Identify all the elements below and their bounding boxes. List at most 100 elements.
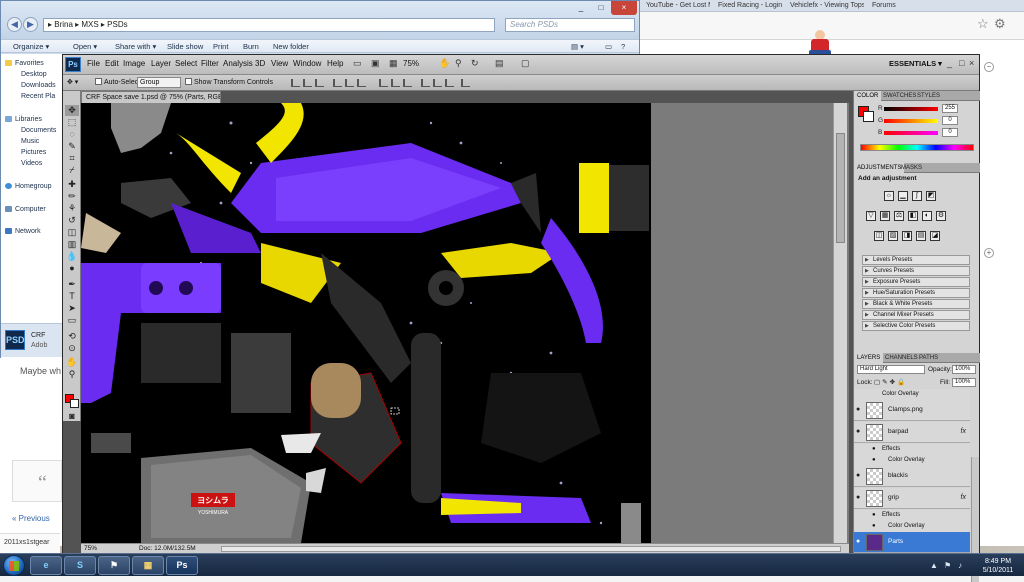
shape-tool-icon[interactable]: ▭ <box>65 315 79 326</box>
page-scroll-controls[interactable]: − + <box>982 62 996 270</box>
eye-icon[interactable]: ● <box>856 538 860 545</box>
hand-tool-icon[interactable]: ✋ <box>65 357 79 368</box>
eye-icon[interactable]: ● <box>856 472 860 479</box>
menu-layer[interactable]: Layer <box>151 59 171 68</box>
auto-select-checkbox[interactable]: Auto-Select: <box>95 78 142 86</box>
preset-hue-saturation[interactable]: Hue/Saturation Presets <box>862 288 970 298</box>
eye-icon[interactable]: ● <box>872 510 876 521</box>
align-center-icon[interactable] <box>345 79 354 87</box>
crop-tool-icon[interactable]: ⌗ <box>65 153 79 164</box>
type-tool-icon[interactable]: T <box>65 291 79 302</box>
eye-icon[interactable]: ● <box>872 444 876 455</box>
background-color-swatch[interactable] <box>70 399 79 408</box>
tab-layers[interactable]: LAYERS <box>854 353 884 363</box>
3d-rotate-tool-icon[interactable]: ⟲ <box>65 331 79 342</box>
layer-row[interactable]: ● blackis <box>854 466 970 487</box>
close-icon[interactable]: × <box>969 58 974 68</box>
marquee-tool-icon[interactable]: ⬚ <box>65 117 79 128</box>
search-input[interactable]: Search PSDs <box>505 18 635 32</box>
scroll-up-icon[interactable]: − <box>984 62 994 72</box>
sidebar-item-desktop[interactable]: Desktop <box>21 71 47 78</box>
breadcrumb[interactable]: ▸ Brina ▸ MXS ▸ PSDs <box>43 18 495 32</box>
align-middle-icon[interactable] <box>303 79 312 87</box>
color-spectrum[interactable] <box>860 144 974 151</box>
tab-adjustments[interactable]: ADJUSTMENTS <box>854 163 905 173</box>
channel-mixer-icon[interactable]: ⚙ <box>936 211 946 221</box>
levels-icon[interactable]: ▁ <box>898 191 908 201</box>
sidebar-item-videos[interactable]: Videos <box>21 160 42 167</box>
fx-icon[interactable]: fx <box>961 494 966 501</box>
share-with-button[interactable]: Share with ▾ <box>115 41 156 53</box>
menu-help[interactable]: Help <box>327 59 343 68</box>
g-value[interactable]: 0 <box>942 116 958 125</box>
r-value[interactable]: 255 <box>942 104 958 113</box>
distribute-top-icon[interactable] <box>379 79 388 87</box>
menu-edit[interactable]: Edit <box>105 59 119 68</box>
grid-icon[interactable]: ▦ <box>389 58 398 69</box>
preset-channel-mixer[interactable]: Channel Mixer Presets <box>862 310 970 320</box>
taskbar-clock[interactable]: 8:49 PM 5/10/2011 <box>976 557 1020 575</box>
history-brush-tool-icon[interactable]: ↺ <box>65 215 79 226</box>
move-tool-icon[interactable]: ✥ ▾ <box>67 78 78 86</box>
arrange-icon[interactable]: ▤ <box>495 58 504 69</box>
posterize-icon[interactable]: ▨ <box>888 231 898 241</box>
sidebar-item-recent[interactable]: Recent Pla <box>21 93 55 100</box>
back-icon[interactable]: ◀ <box>7 17 22 32</box>
open-button[interactable]: Open ▾ <box>73 41 97 53</box>
tab-masks[interactable]: MASKS <box>898 163 925 173</box>
view-icon[interactable]: ▤ ▾ <box>571 41 584 53</box>
eye-icon[interactable]: ● <box>872 455 876 466</box>
menu-3d[interactable]: 3D <box>255 59 265 68</box>
minimize-button[interactable]: _ <box>571 1 591 15</box>
align-right-icon[interactable] <box>357 79 366 87</box>
exposure-icon[interactable]: ◩ <box>926 191 936 201</box>
menu-view[interactable]: View <box>271 59 288 68</box>
taskbar-photoshop-icon[interactable]: Ps <box>166 556 198 575</box>
document-tab[interactable]: CRF Space save 1.psd @ 75% (Parts, RGB/8… <box>81 91 221 103</box>
menu-select[interactable]: Select <box>175 59 197 68</box>
canvas[interactable]: ヨシムラ YOSHIMURA <box>81 103 651 543</box>
transform-controls-checkbox[interactable]: Show Transform Controls <box>185 78 273 86</box>
menu-window[interactable]: Window <box>293 59 321 68</box>
align-left-icon[interactable] <box>333 79 342 87</box>
distribute-left-icon[interactable] <box>421 79 430 87</box>
sidebar-item-documents[interactable]: Documents <box>21 127 56 134</box>
blend-mode-dropdown[interactable]: Hard Light <box>857 365 925 374</box>
hand-icon[interactable]: ✋ <box>439 58 450 69</box>
tray-volume-icon[interactable]: ♪ <box>958 561 962 570</box>
preset-curves[interactable]: Curves Presets <box>862 266 970 276</box>
restore-icon[interactable]: □ <box>959 58 964 68</box>
distribute-center-icon[interactable] <box>433 79 442 87</box>
sidebar-item-computer[interactable]: Computer <box>5 206 46 213</box>
menu-filter[interactable]: Filter <box>201 59 219 68</box>
layer-effects-row[interactable]: ● Effects <box>854 444 970 455</box>
layer-effect-color-overlay[interactable]: ● Color Overlay <box>854 455 970 466</box>
menu-file[interactable]: File <box>87 59 100 68</box>
brightness-icon[interactable]: ☼ <box>884 191 894 201</box>
tab-color[interactable]: COLOR <box>854 91 882 101</box>
selection-marquee[interactable] <box>390 407 400 415</box>
align-bottom-icon[interactable] <box>315 79 324 87</box>
browser-tab[interactable]: YouTube - Get Lost Ma... <box>640 0 710 12</box>
eraser-tool-icon[interactable]: ◫ <box>65 227 79 238</box>
tab-styles[interactable]: STYLES <box>914 91 943 101</box>
layer-row[interactable]: ● grip fx <box>854 488 970 509</box>
sidebar-item-downloads[interactable]: Downloads <box>21 82 56 89</box>
browser-tab[interactable]: Forums <box>866 0 926 12</box>
forward-icon[interactable]: ▶ <box>23 17 38 32</box>
move-tool-icon[interactable]: ✥ <box>65 105 79 116</box>
taskbar-racing-icon[interactable]: ⚑ <box>98 556 130 575</box>
b-value[interactable]: 0 <box>942 128 958 137</box>
help-icon[interactable]: ? <box>621 41 625 53</box>
screen-icon[interactable]: ▢ <box>521 58 530 69</box>
start-button[interactable] <box>3 555 25 576</box>
lasso-tool-icon[interactable]: ◌ <box>65 129 79 140</box>
screen-mode-icon[interactable]: ▣ <box>371 58 380 69</box>
layer-effect-color-overlay[interactable]: ● Color Overlay <box>854 521 970 532</box>
tray-arrow-icon[interactable]: ▲ <box>930 561 938 570</box>
align-top-icon[interactable] <box>291 79 300 87</box>
eye-icon[interactable]: ● <box>856 406 860 413</box>
wrench-icon[interactable]: ⚙ <box>994 16 1006 32</box>
sidebar-favorites[interactable]: Favorites <box>5 60 44 67</box>
curves-icon[interactable]: ∫ <box>912 191 922 201</box>
